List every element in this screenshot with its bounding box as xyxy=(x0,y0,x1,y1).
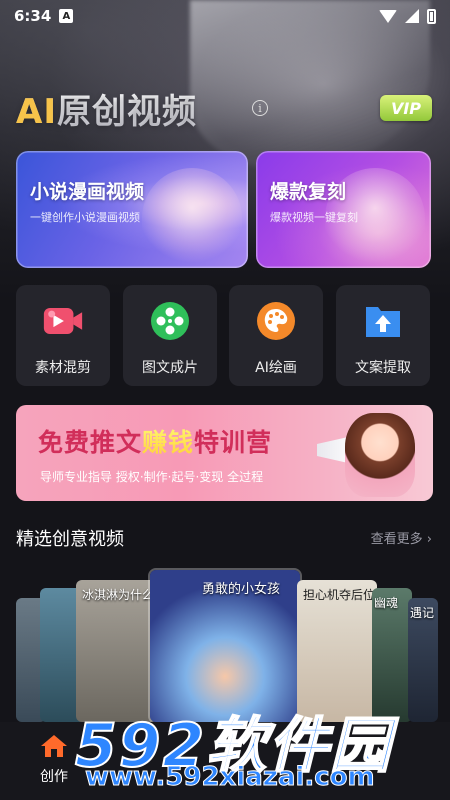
title-ai: AI xyxy=(16,92,57,132)
battery-icon xyxy=(427,8,436,24)
video-card-title: 担心机夺后位 xyxy=(303,588,376,602)
video-card-title: 冰淇淋为什么 xyxy=(82,588,155,602)
tool-copy-extract[interactable]: 文案提取 xyxy=(336,285,430,386)
banner-title-highlight: 赚钱 xyxy=(142,428,195,457)
training-camp-banner[interactable]: 免费推文赚钱特训营 导师专业指导 授权·制作·起号·变现 全过程 xyxy=(16,405,433,501)
nav-create-label[interactable]: 创作 xyxy=(40,766,68,786)
video-edit-icon xyxy=(43,301,83,341)
tool-label: 素材混剪 xyxy=(35,360,91,376)
signal-icon xyxy=(405,9,419,23)
card-title: 爆款复刻 xyxy=(270,181,347,203)
anime-girl-illustration xyxy=(142,168,242,268)
vip-badge[interactable]: VIP xyxy=(380,95,432,121)
video-card[interactable]: 遇记 xyxy=(408,598,438,722)
banner-title-part: 免费推文 xyxy=(38,428,143,457)
tool-label: 文案提取 xyxy=(355,360,411,376)
see-more-link[interactable]: 查看更多 › xyxy=(371,528,432,547)
card-subtitle: 爆款视频一键复刻 xyxy=(270,211,358,224)
video-card-title: 勇敢的小女孩 xyxy=(202,582,281,597)
page-title: AI原创视频 xyxy=(16,84,197,133)
film-reel-icon xyxy=(150,301,190,341)
video-card-title: 遇记 xyxy=(410,606,435,620)
home-icon[interactable] xyxy=(40,734,68,757)
status-bar: 6:34 A xyxy=(0,0,450,32)
status-time: 6:34 xyxy=(14,7,52,25)
video-card-title: 幽魂 xyxy=(374,596,399,610)
tool-label: 图文成片 xyxy=(142,360,198,376)
watermark-url: www.592xiazai.com xyxy=(85,762,376,793)
tool-material-mix[interactable]: 素材混剪 xyxy=(16,285,110,386)
title-rest: 原创视频 xyxy=(56,92,197,132)
info-icon[interactable]: i xyxy=(252,100,268,116)
hot-replicate-card[interactable]: 爆款复刻 爆款视频一键复刻 xyxy=(256,151,431,268)
section-title: 精选创意视频 xyxy=(16,529,124,550)
wifi-icon xyxy=(379,9,397,23)
cartoon-girl-illustration xyxy=(345,413,415,497)
tool-image-text-video[interactable]: 图文成片 xyxy=(123,285,217,386)
palette-icon xyxy=(256,301,296,341)
tool-ai-painting[interactable]: AI绘画 xyxy=(229,285,323,386)
card-subtitle: 一键创作小说漫画视频 xyxy=(30,211,140,224)
file-upload-icon xyxy=(363,301,403,341)
banner-subtitle: 导师专业指导 授权·制作·起号·变现 全过程 xyxy=(40,470,264,484)
chevron-right-icon: › xyxy=(422,532,432,547)
novel-comic-video-card[interactable]: 小说漫画视频 一键创作小说漫画视频 xyxy=(16,151,248,268)
see-more-label: 查看更多 xyxy=(370,532,423,547)
banner-title: 免费推文赚钱特训营 xyxy=(38,423,272,459)
tool-label: AI绘画 xyxy=(255,360,297,376)
banner-title-part: 特训营 xyxy=(194,428,273,457)
card-title: 小说漫画视频 xyxy=(30,181,145,203)
notification-icon: A xyxy=(59,9,74,23)
